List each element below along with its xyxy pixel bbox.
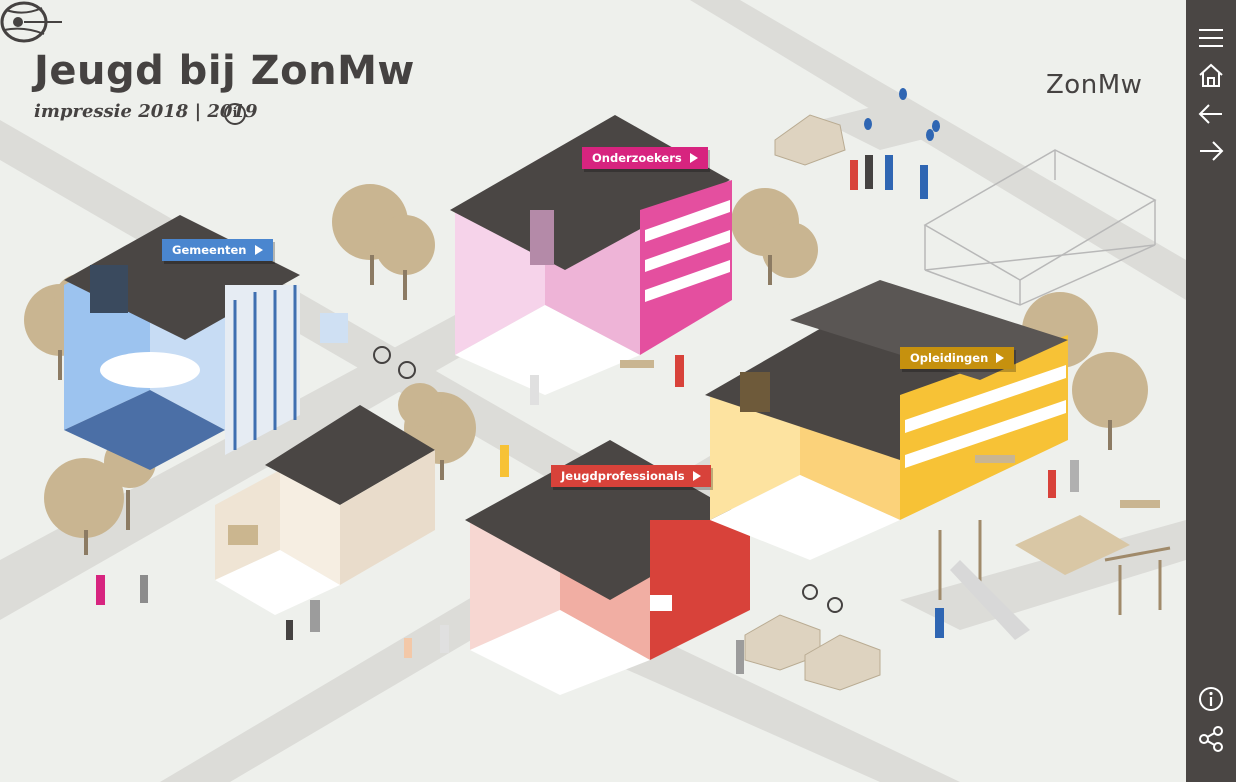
- zonmw-logo-text: ZonMw: [1046, 70, 1143, 100]
- tag-onderzoekers[interactable]: Onderzoekers: [582, 147, 708, 169]
- arrow-right-icon[interactable]: [1197, 137, 1225, 165]
- tag-gemeenten[interactable]: Gemeenten: [162, 239, 273, 261]
- map-stage: Jeugd bij ZonMw impressie 2018 | 2019 i …: [0, 0, 1186, 782]
- tag-jeugdprofessionals[interactable]: Jeugdprofessionals: [551, 465, 711, 487]
- menu-icon[interactable]: [1197, 24, 1225, 52]
- tag-opleidingen[interactable]: Opleidingen: [900, 347, 1015, 369]
- page-title: Jeugd bij ZonMw: [34, 48, 415, 94]
- info-icon[interactable]: i: [224, 103, 246, 125]
- arrow-left-icon[interactable]: [1197, 100, 1225, 128]
- info-icon[interactable]: [1197, 685, 1225, 713]
- zonmw-logo-icon: [0, 1, 62, 43]
- sidebar: [1186, 0, 1236, 782]
- home-icon[interactable]: [1197, 61, 1225, 89]
- share-icon[interactable]: [1197, 725, 1225, 753]
